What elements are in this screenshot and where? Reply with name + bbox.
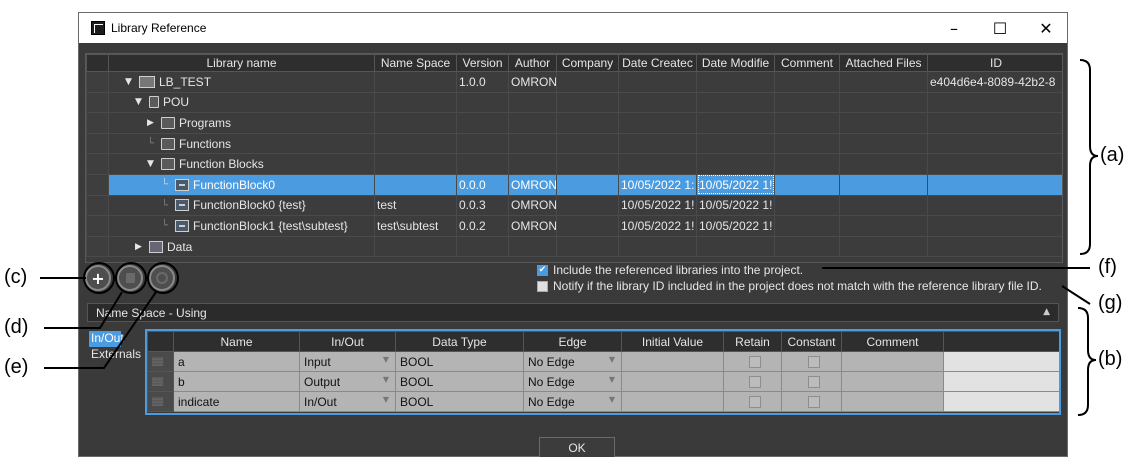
leader-e [44,291,157,369]
leader-g [1061,285,1091,305]
circle-c [83,262,115,294]
annotation-layer [40,59,1099,416]
brace-b [1077,307,1097,416]
callout-e: (e) [4,356,29,378]
callout-f: (f) [1098,256,1117,278]
circle-e [147,262,179,294]
brace-a [1079,59,1099,255]
callout-c: (c) [4,266,28,288]
callout-d: (d) [4,316,29,338]
leader-d [44,291,123,329]
callout-a: (a) [1100,144,1125,166]
callout-b: (b) [1098,348,1123,370]
callout-g: (g) [1098,292,1123,314]
circle-d [115,262,147,294]
